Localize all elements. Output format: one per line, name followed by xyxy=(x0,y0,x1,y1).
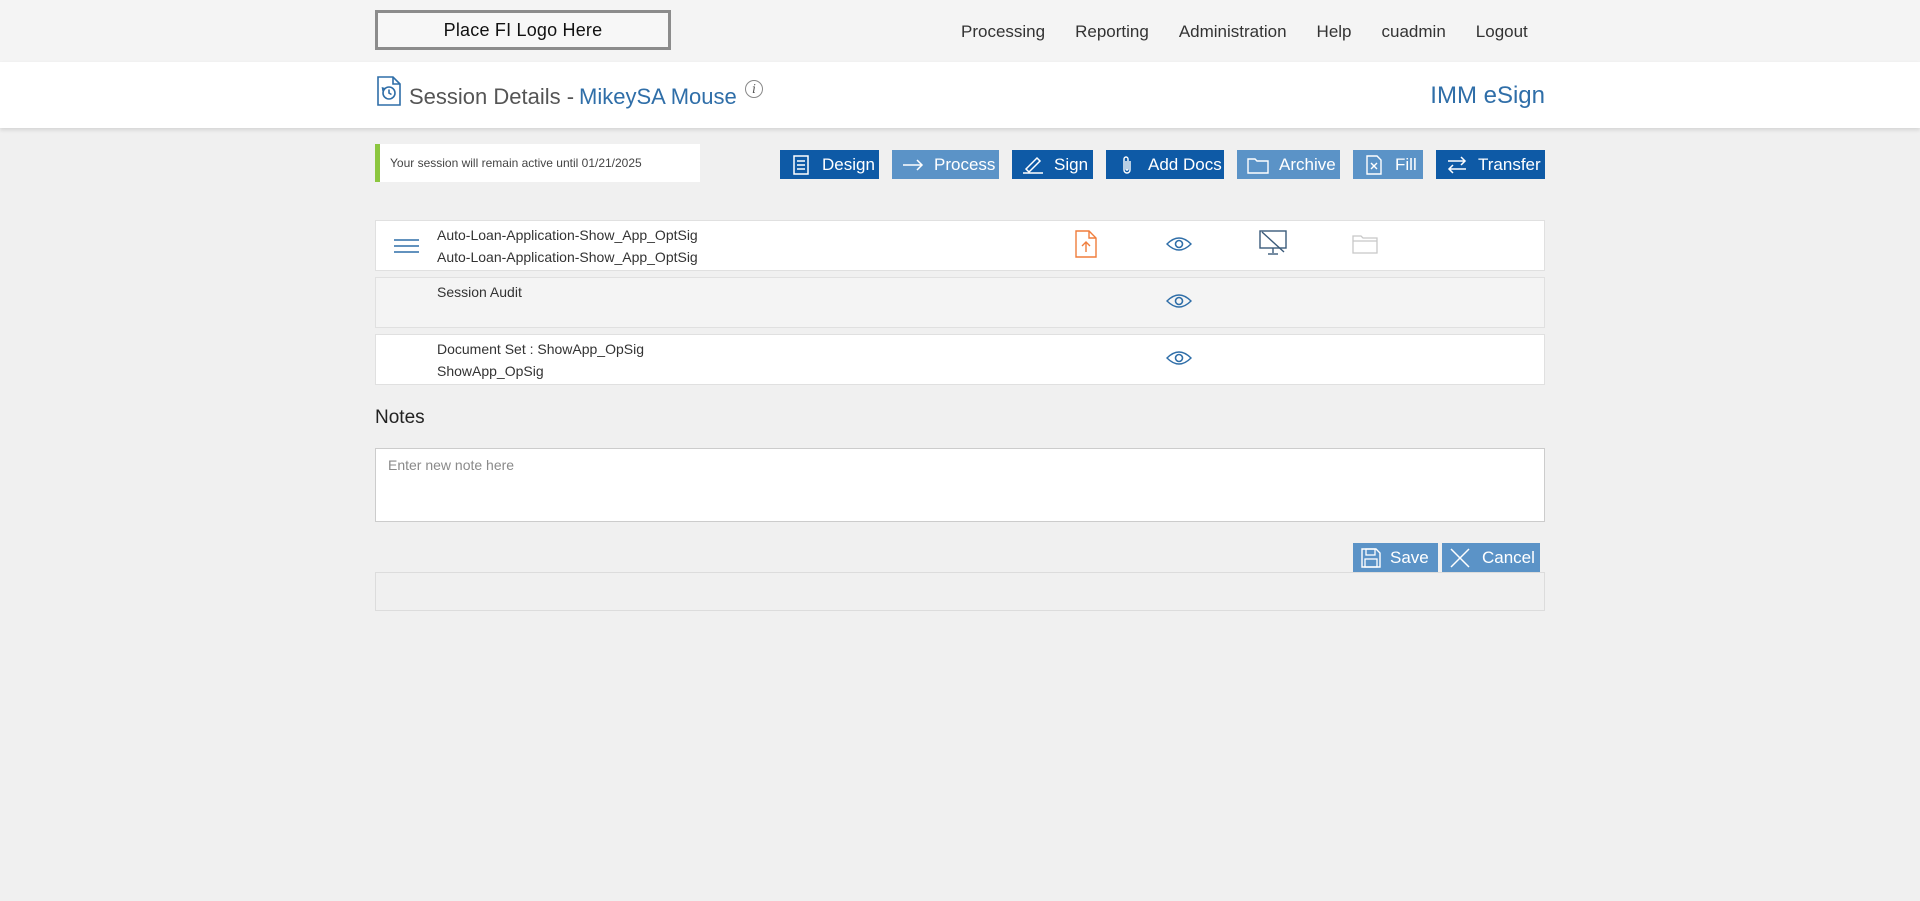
info-icon[interactable]: i xyxy=(745,80,763,98)
document-name: Document Set : ShowApp_OpSig xyxy=(437,341,645,357)
save-label: Save xyxy=(1390,547,1429,567)
archive-button[interactable]: Archive xyxy=(1237,150,1340,179)
folder-icon xyxy=(1352,233,1378,259)
transfer-icon xyxy=(1446,154,1468,176)
close-x-icon xyxy=(1450,547,1470,568)
document-row: Auto-Loan-Application-Show_App_OptSig Au… xyxy=(375,220,1545,271)
document-name: Session Audit xyxy=(437,284,522,300)
main-nav: Processing Reporting Administration Help… xyxy=(961,22,1528,42)
session-notice-text: Your session will remain active until 01… xyxy=(390,156,642,170)
design-icon xyxy=(790,154,812,176)
save-disk-icon xyxy=(1361,547,1381,568)
process-label: Process xyxy=(934,154,996,174)
folder-icon xyxy=(1247,154,1269,176)
add-docs-label: Add Docs xyxy=(1148,154,1222,174)
nav-help[interactable]: Help xyxy=(1317,22,1352,42)
archive-label: Archive xyxy=(1279,154,1336,174)
sign-pen-icon xyxy=(1022,154,1044,176)
nav-user-cuadmin[interactable]: cuadmin xyxy=(1382,22,1446,42)
document-row: Session Audit xyxy=(375,277,1545,328)
customer-name-link[interactable]: MikeySA Mouse xyxy=(579,84,737,110)
transfer-button[interactable]: Transfer xyxy=(1436,150,1545,179)
paperclip-icon xyxy=(1116,154,1138,176)
nav-processing[interactable]: Processing xyxy=(961,22,1045,42)
page-title: Session Details - xyxy=(409,84,575,109)
save-note-button[interactable]: Save xyxy=(1353,543,1438,572)
page-header: Session Details - MikeySA Mouse i IMM eS… xyxy=(0,62,1920,128)
cancel-label: Cancel xyxy=(1482,547,1535,567)
process-button[interactable]: Process xyxy=(892,150,999,179)
design-button[interactable]: Design xyxy=(780,150,879,179)
nav-logout[interactable]: Logout xyxy=(1476,22,1528,42)
document-subtitle: ShowApp_OpSig xyxy=(437,363,544,379)
nav-administration[interactable]: Administration xyxy=(1179,22,1287,42)
fill-label: Fill xyxy=(1395,154,1417,174)
no-display-icon[interactable] xyxy=(1259,230,1287,261)
session-active-notice: Your session will remain active until 01… xyxy=(375,144,700,182)
hamburger-icon[interactable] xyxy=(393,237,420,255)
top-navigation-bar: Place FI Logo Here Processing Reporting … xyxy=(0,0,1920,62)
fill-form-icon xyxy=(1363,154,1385,176)
add-docs-button[interactable]: Add Docs xyxy=(1106,150,1224,179)
fi-logo-placeholder: Place FI Logo Here xyxy=(375,10,671,50)
sign-button[interactable]: Sign xyxy=(1012,150,1093,179)
eye-icon[interactable] xyxy=(1166,293,1192,314)
sign-label: Sign xyxy=(1054,154,1089,174)
fill-button[interactable]: Fill xyxy=(1353,150,1423,179)
cancel-note-button[interactable]: Cancel xyxy=(1442,543,1540,572)
eye-icon[interactable] xyxy=(1166,350,1192,371)
eye-icon[interactable] xyxy=(1166,236,1192,257)
brand-title: IMM eSign xyxy=(1430,82,1545,109)
transfer-label: Transfer xyxy=(1478,154,1541,174)
upload-doc-icon[interactable] xyxy=(1075,230,1097,263)
nav-reporting[interactable]: Reporting xyxy=(1075,22,1149,42)
process-arrow-icon xyxy=(902,154,924,176)
new-note-field[interactable] xyxy=(375,448,1545,522)
notes-heading: Notes xyxy=(375,407,425,428)
document-subtitle: Auto-Loan-Application-Show_App_OptSig xyxy=(437,249,698,265)
design-label: Design xyxy=(822,154,875,174)
session-history-icon xyxy=(376,76,402,106)
document-row: Document Set : ShowApp_OpSig ShowApp_OpS… xyxy=(375,334,1545,385)
document-name: Auto-Loan-Application-Show_App_OptSig xyxy=(437,227,698,243)
notes-list-panel xyxy=(375,572,1545,611)
